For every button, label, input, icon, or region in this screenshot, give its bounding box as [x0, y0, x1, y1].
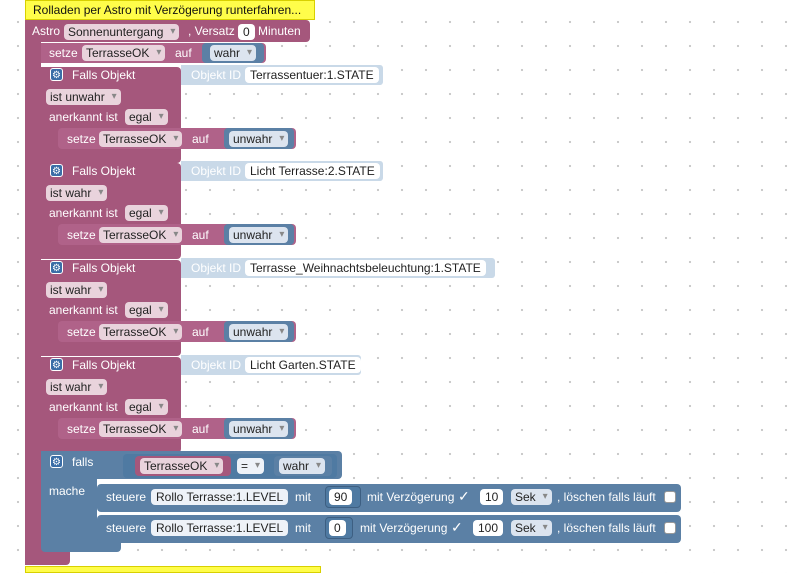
device-input[interactable]: Rollo Terrasse:1.LEVEL [151, 520, 289, 536]
set-variable-dropdown[interactable]: TerrasseOK [99, 421, 183, 437]
astro-trigger-spine [25, 20, 41, 565]
set-verb: setze [67, 228, 96, 242]
gear-icon[interactable]: ⚙ [50, 455, 63, 468]
compare-var-dropdown[interactable]: TerrasseOK [140, 458, 224, 474]
clear-checkbox[interactable] [664, 522, 676, 534]
clear-checkbox[interactable] [664, 491, 676, 503]
set-auf-label: auf [192, 132, 209, 146]
object-id-label: Objekt ID [191, 358, 242, 372]
steuere-label: steuere [106, 490, 147, 504]
delay-input[interactable]: 10 [480, 489, 504, 505]
astro-label: Astro [32, 24, 61, 38]
bool-dropdown[interactable]: unwahr [229, 324, 289, 340]
set-variable-dropdown[interactable]: TerrasseOK [82, 45, 166, 61]
ack-label: anerkannt ist [49, 206, 118, 220]
delay-unit-dropdown[interactable]: Sek [511, 520, 552, 536]
object-id-label: Objekt ID [191, 164, 242, 178]
falls-objekt-label: Falls Objekt [72, 68, 136, 82]
ack-label: anerkannt ist [49, 400, 118, 414]
object-id-input[interactable]: Licht Terrasse:2.STATE [245, 163, 380, 179]
value-input[interactable]: 90 [329, 489, 353, 505]
compare-value-dropdown[interactable]: wahr [279, 458, 326, 474]
delay-input[interactable]: 100 [473, 520, 504, 536]
ack-dropdown[interactable]: egal [125, 399, 168, 415]
gear-icon[interactable]: ⚙ [50, 164, 63, 177]
delay-label: mit Verzögerung [360, 521, 448, 535]
object-id-input[interactable]: Terrassentuer:1.STATE [245, 67, 379, 83]
object-id-label: Objekt ID [191, 261, 242, 275]
clear-label: , löschen falls läuft [557, 490, 656, 504]
set-verb: setze [67, 132, 96, 146]
delay-label: mit Verzögerung [367, 490, 455, 504]
falls-objekt-label: Falls Objekt [72, 358, 136, 372]
condition-dropdown[interactable]: ist wahr [46, 185, 108, 201]
set-variable-dropdown[interactable]: TerrasseOK [99, 131, 183, 147]
gear-icon[interactable]: ⚙ [50, 358, 63, 371]
set-auf-label: auf [192, 228, 209, 242]
condition-dropdown[interactable]: ist wahr [46, 379, 108, 395]
ack-label: anerkannt ist [49, 303, 118, 317]
object-id-input[interactable]: Licht Garten.STATE [245, 357, 361, 373]
ack-dropdown[interactable]: egal [125, 302, 168, 318]
falls-objekt-label: Falls Objekt [72, 164, 136, 178]
value-input[interactable]: 0 [329, 520, 346, 536]
device-input[interactable]: Rollo Terrasse:1.LEVEL [151, 489, 289, 505]
bool-dropdown[interactable]: unwahr [229, 131, 289, 147]
set-auf-label: auf [192, 325, 209, 339]
gear-icon[interactable]: ⚙ [50, 261, 63, 274]
steuere-label: steuere [106, 521, 147, 535]
set-auf-label: auf [175, 46, 192, 60]
set-verb: setze [67, 325, 96, 339]
offset-label: , Versatz [188, 24, 235, 38]
mit-label: mit [295, 521, 311, 535]
if-falls-label: falls [72, 455, 94, 469]
gear-icon[interactable]: ⚙ [50, 68, 63, 81]
if-mache-label: mache [49, 484, 86, 498]
ack-dropdown[interactable]: egal [125, 205, 168, 221]
mit-label: mit [295, 490, 311, 504]
set-variable-dropdown[interactable]: TerrasseOK [99, 227, 183, 243]
comment-text: Rolladen per Astro mit Verzögerung runte… [33, 3, 302, 17]
compare-op-dropdown[interactable]: = [237, 458, 265, 474]
object-id-input[interactable]: Terrasse_Weihnachtsbeleuchtung:1.STATE [245, 260, 486, 276]
clear-label: , löschen falls läuft [557, 521, 656, 535]
ack-label: anerkannt ist [49, 110, 118, 124]
bool-dropdown[interactable]: unwahr [229, 421, 289, 437]
delay-unit-dropdown[interactable]: Sek [511, 489, 552, 505]
bool-dropdown[interactable]: unwahr [229, 227, 289, 243]
ack-dropdown[interactable]: egal [125, 109, 168, 125]
set-variable-dropdown[interactable]: TerrasseOK [99, 324, 183, 340]
condition-dropdown[interactable]: ist unwahr [46, 89, 121, 105]
checkbox-check-icon[interactable]: ✓ [458, 489, 470, 503]
astro-event-dropdown[interactable]: Sonnenuntergang [64, 24, 180, 40]
set-verb: setze [49, 46, 78, 60]
object-id-label: Objekt ID [191, 68, 242, 82]
checkbox-check-icon[interactable]: ✓ [451, 520, 463, 534]
comment-block-bottom[interactable] [25, 566, 321, 573]
set-verb: setze [67, 422, 96, 436]
falls-objekt-label: Falls Objekt [72, 261, 136, 275]
condition-dropdown[interactable]: ist wahr [46, 282, 108, 298]
offset-input[interactable]: 0 [238, 24, 255, 40]
bool-dropdown[interactable]: wahr [210, 45, 257, 61]
minutes-label: Minuten [258, 24, 301, 38]
set-auf-label: auf [192, 422, 209, 436]
